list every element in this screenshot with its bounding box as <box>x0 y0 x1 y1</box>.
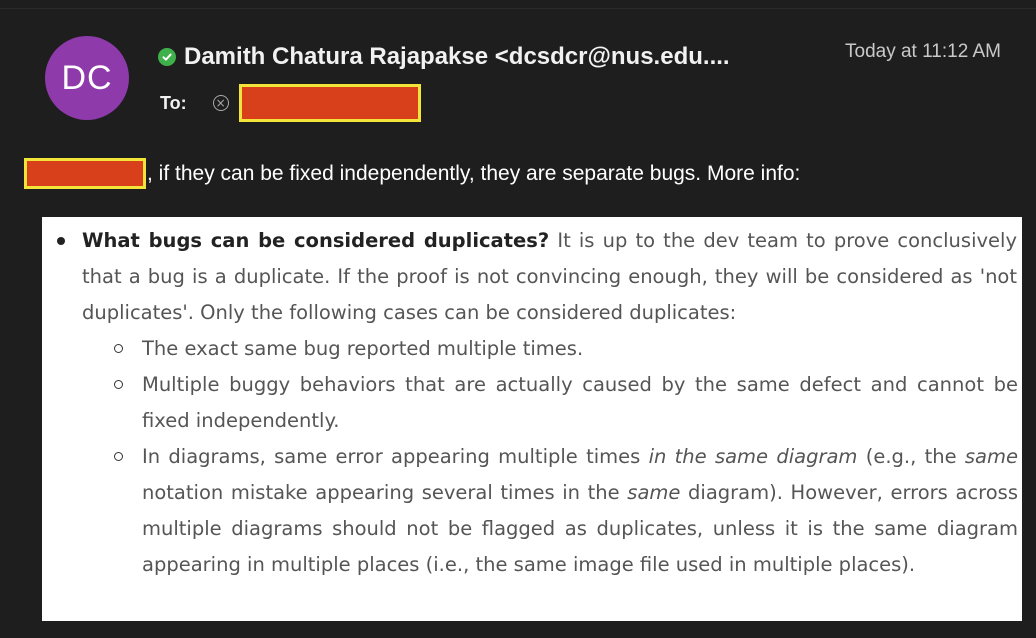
list-item: In diagrams, same error appearing multip… <box>114 439 1018 583</box>
greeting-text: , if they can be fixed independently, th… <box>147 161 801 185</box>
list-item-text: notation mistake appearing several times… <box>142 481 628 504</box>
avatar-initials: DC <box>61 58 113 97</box>
list-item-text: Multiple buggy behaviors that are actual… <box>142 373 1018 432</box>
circle-bullet <box>114 380 123 389</box>
bullet-heading: What bugs can be considered duplicates? <box>82 229 550 252</box>
emphasis: in the same diagram <box>648 445 858 468</box>
previous-message-edge <box>0 0 1036 9</box>
list-item-text: In diagrams, same error appearing multip… <box>142 445 649 468</box>
sender-row: Damith Chatura Rajapakse <dcsdcr@nus.edu… <box>158 43 730 71</box>
quoted-guidelines: What bugs can be considered duplicates? … <box>42 217 1022 621</box>
circle-bullet <box>114 344 123 353</box>
list-item-text: (e.g., the <box>857 445 965 468</box>
recipient-redacted <box>238 84 421 122</box>
emphasis: same <box>627 481 681 504</box>
timestamp: Today at 11:12 AM <box>845 41 1001 62</box>
remove-recipient-icon[interactable]: × <box>212 95 229 111</box>
avatar[interactable]: DC <box>45 36 129 120</box>
list-item: Multiple buggy behaviors that are actual… <box>114 367 1018 439</box>
emphasis: same <box>964 445 1018 468</box>
to-label: To: <box>160 92 187 113</box>
message-greeting: , if they can be fixed independently, th… <box>24 158 800 189</box>
circle-bullet <box>114 452 123 461</box>
list-item: The exact same bug reported multiple tim… <box>114 331 1018 367</box>
verified-check-icon <box>158 48 176 66</box>
bullet-dot <box>57 237 65 245</box>
sender-name[interactable]: Damith Chatura Rajapakse <dcsdcr@nus.edu… <box>184 43 730 71</box>
name-redacted <box>24 158 146 189</box>
list-item-text: The exact same bug reported multiple tim… <box>142 337 584 360</box>
recipient-row: To: × <box>160 84 421 122</box>
duplicates-bullet: What bugs can be considered duplicates? … <box>82 223 1017 331</box>
duplicate-cases-list: The exact same bug reported multiple tim… <box>114 331 1018 583</box>
